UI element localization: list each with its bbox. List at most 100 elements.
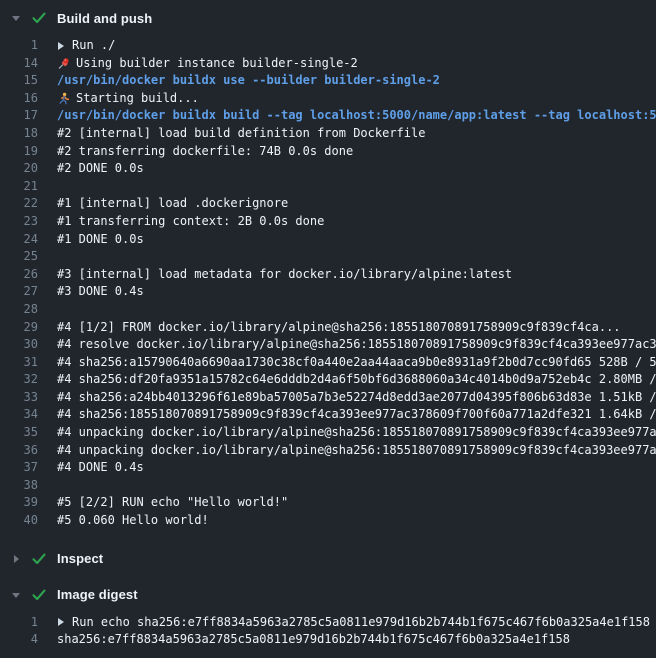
line-number[interactable]: 30 [0, 336, 38, 354]
line-number[interactable]: 37 [0, 459, 38, 477]
triangle-down-icon[interactable] [10, 590, 22, 600]
pushpin-icon [57, 57, 70, 70]
line-number[interactable]: 28 [0, 301, 38, 319]
line-number[interactable]: 15 [0, 72, 38, 90]
log-line: 14 Using builder instance builder-single-… [0, 55, 656, 73]
log-text: #4 sha256:185518070891758909c9f839cf4ca3… [57, 406, 656, 424]
log-text: #2 DONE 0.0s [57, 160, 144, 178]
log-text: #1 [internal] load .dockerignore [57, 195, 288, 213]
line-number[interactable]: 35 [0, 424, 38, 442]
line-number[interactable]: 18 [0, 125, 38, 143]
line-number[interactable]: 39 [0, 494, 38, 512]
log-line-content: #4 sha256:df20fa9351a15782c64e6dddb2d4a6… [57, 371, 656, 389]
line-number[interactable]: 1 [0, 37, 38, 55]
log-text: #4 sha256:df20fa9351a15782c64e6dddb2d4a6… [57, 371, 656, 389]
line-number[interactable]: 17 [0, 107, 38, 125]
line-number[interactable]: 26 [0, 266, 38, 284]
section-title: Image digest [57, 587, 138, 602]
log-line-content: #2 transferring dockerfile: 74B 0.0s don… [57, 143, 353, 161]
log-line: 23 #1 transferring context: 2B 0.0s done [0, 213, 656, 231]
line-number[interactable]: 1 [0, 614, 38, 632]
triangle-down-icon[interactable] [10, 13, 22, 23]
line-number[interactable]: 24 [0, 231, 38, 249]
log-line: 30 #4 resolve docker.io/library/alpine@sh… [0, 336, 656, 354]
log-text: sha256:e7ff8834a5963a2785c5a0811e979d16b… [57, 631, 570, 649]
log-text: #4 resolve docker.io/library/alpine@sha2… [57, 336, 656, 354]
log-line: 28 [0, 301, 656, 319]
run-caret-icon[interactable] [57, 41, 65, 51]
log-line: 26 #3 [internal] load metadata for docker… [0, 266, 656, 284]
line-number[interactable]: 36 [0, 442, 38, 460]
line-number[interactable]: 23 [0, 213, 38, 231]
log-line: 31 #4 sha256:a15790640a6690aa1730c38cf0a4… [0, 354, 656, 372]
run-caret-icon[interactable] [57, 617, 65, 627]
log-line: 15/usr/bin/docker buildx use --builder b… [0, 72, 656, 90]
log-line: 29 #4 [1/2] FROM docker.io/library/alpine… [0, 319, 656, 337]
log-text: #4 unpacking docker.io/library/alpine@sh… [57, 424, 656, 442]
line-number[interactable]: 38 [0, 477, 38, 495]
log-line-content: #1 transferring context: 2B 0.0s done [57, 213, 324, 231]
log-line-content: #4 unpacking docker.io/library/alpine@sh… [57, 442, 656, 460]
log-text: #1 transferring context: 2B 0.0s done [57, 213, 324, 231]
line-number[interactable]: 22 [0, 195, 38, 213]
log-line-content: #4 DONE 0.4s [57, 459, 144, 477]
triangle-right-icon[interactable] [10, 554, 22, 564]
line-number[interactable]: 34 [0, 406, 38, 424]
line-number[interactable]: 14 [0, 55, 38, 73]
log-text: #3 [internal] load metadata for docker.i… [57, 266, 512, 284]
log-line: 32 #4 sha256:df20fa9351a15782c64e6dddb2d4… [0, 371, 656, 389]
log-line: 38 [0, 477, 656, 495]
log-line: 24#1 DONE 0.0s [0, 231, 656, 249]
log-text: #4 sha256:a15790640a6690aa1730c38cf0a440… [57, 354, 656, 372]
success-check-icon [32, 12, 46, 24]
runner-icon [57, 92, 70, 105]
line-number[interactable]: 21 [0, 178, 38, 196]
log-text: #5 [2/2] RUN echo "Hello world!" [57, 494, 288, 512]
log-line-content: Using builder instance builder-single-2 [57, 55, 358, 73]
line-number[interactable]: 31 [0, 354, 38, 372]
workflow-log-viewer: Build and push1Run ./14Using builder ins… [0, 0, 656, 658]
line-number[interactable]: 16 [0, 90, 38, 108]
log-line: 39 #5 [2/2] RUN echo "Hello world!" [0, 494, 656, 512]
log-text: /usr/bin/docker buildx build --tag local… [57, 107, 656, 125]
log-line: 21 [0, 178, 656, 196]
log-line: 25 [0, 248, 656, 266]
log-text: #4 DONE 0.4s [57, 459, 144, 477]
log-line: 22 #1 [internal] load .dockerignore [0, 195, 656, 213]
line-number[interactable]: 33 [0, 389, 38, 407]
log-line: 4 sha256:e7ff8834a5963a2785c5a0811e979d16… [0, 631, 656, 649]
log-line-content: Run echo sha256:e7ff8834a5963a2785c5a081… [57, 614, 650, 632]
log-line-content: #4 unpacking docker.io/library/alpine@sh… [57, 424, 656, 442]
log-line-content: #4 [1/2] FROM docker.io/library/alpine@s… [57, 319, 621, 337]
log-line: 19 #2 transferring dockerfile: 74B 0.0s d… [0, 143, 656, 161]
log-line-content: #2 [internal] load build definition from… [57, 125, 425, 143]
log-line-content: sha256:e7ff8834a5963a2785c5a0811e979d16b… [57, 631, 570, 649]
line-number[interactable]: 27 [0, 283, 38, 301]
line-number[interactable]: 20 [0, 160, 38, 178]
section-title: Inspect [57, 551, 103, 566]
section-header-inspect[interactable]: Inspect [0, 541, 656, 577]
log-line: 35 #4 unpacking docker.io/library/alpine@… [0, 424, 656, 442]
line-number[interactable]: 32 [0, 371, 38, 389]
log-line-content: #4 sha256:a15790640a6690aa1730c38cf0a440… [57, 354, 656, 372]
log-line-content: #5 [2/2] RUN echo "Hello world!" [57, 494, 288, 512]
log-line-content: #1 [internal] load .dockerignore [57, 195, 288, 213]
line-number[interactable]: 19 [0, 143, 38, 161]
section-header-image-digest[interactable]: Image digest [0, 577, 656, 613]
line-number[interactable]: 4 [0, 631, 38, 649]
log-line-content: #3 [internal] load metadata for docker.i… [57, 266, 512, 284]
log-line: 1Run ./ [0, 37, 656, 55]
line-number[interactable]: 25 [0, 248, 38, 266]
log-text: #2 transferring dockerfile: 74B 0.0s don… [57, 143, 353, 161]
log-line: 20 #2 DONE 0.0s [0, 160, 656, 178]
section-header-build-and-push[interactable]: Build and push [0, 0, 656, 36]
log-text: Starting build... [76, 90, 199, 108]
log-line-content: Starting build... [57, 90, 199, 108]
line-number[interactable]: 40 [0, 512, 38, 530]
log-line: 27#3 DONE 0.4s [0, 283, 656, 301]
log-line-content: #2 DONE 0.0s [57, 160, 144, 178]
line-number[interactable]: 29 [0, 319, 38, 337]
command-line-text: /usr/bin/docker buildx use --builder bui… [57, 72, 440, 90]
log-line: 37 #4 DONE 0.4s [0, 459, 656, 477]
log-lines-build-and-push: 1Run ./14 Using builder instance builder-… [0, 36, 656, 532]
